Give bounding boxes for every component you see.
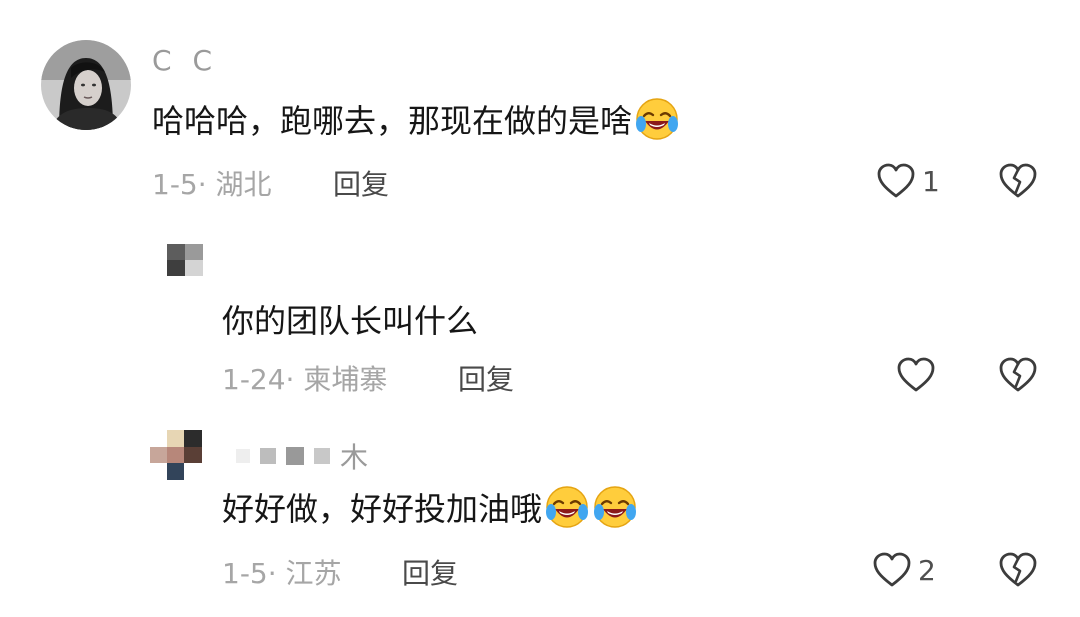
comment-meta: 1-24· 柬埔寨 [222,358,387,398]
comment-date: 1-5 [222,557,268,590]
reply-button[interactable]: 回复 [402,552,458,592]
like-count: 2 [918,553,936,587]
like-button[interactable] [896,356,942,394]
blur-block [260,448,276,464]
blur-block [286,447,304,465]
comment-text: 你的团队长叫什么 [222,296,478,342]
blur-block [314,448,330,464]
reply-button[interactable]: 回复 [333,163,389,203]
like-button[interactable]: 2 [872,551,936,589]
dislike-button[interactable] [998,162,1038,204]
laughing-crying-emoji-icon [594,486,637,528]
comment-location: 柬埔寨 [303,363,388,396]
broken-heart-icon [999,357,1037,392]
comment-text: 哈哈哈，跑哪去，那现在做的是啥 [152,96,680,142]
username-blurred[interactable]: 木 [236,436,368,476]
heart-outline-icon [873,552,911,587]
dislike-button[interactable] [998,551,1038,593]
heart-outline-icon [877,163,915,198]
blur-block [236,449,250,463]
broken-heart-icon [999,552,1037,587]
laughing-crying-emoji-icon [636,98,679,140]
username-text: 木 [340,441,369,474]
like-button[interactable]: 1 [876,162,940,200]
comment-text: 好好做，好好投加油哦 [222,484,638,530]
heart-outline-icon [897,357,935,392]
comment-text-content: 好好做，好好投加油哦 [222,490,543,528]
comment-text-content: 哈哈哈，跑哪去，那现在做的是啥 [152,102,633,140]
comment-meta: 1-5· 江苏 [222,552,342,592]
dislike-button[interactable] [998,356,1038,398]
meta-separator: · [285,363,304,396]
comment-date: 1-24 [222,363,286,396]
comment-text-content: 你的团队长叫什么 [222,302,479,340]
comment-meta: 1-5· 湖北 [152,163,272,203]
avatar-blurred[interactable] [167,244,203,276]
meta-separator: · [197,168,216,201]
comment-date: 1-5 [152,168,198,201]
username[interactable]: C C [152,44,218,77]
comment-location: 湖北 [215,168,272,201]
comment-location: 江苏 [285,557,342,590]
avatar[interactable] [41,40,131,130]
avatar-blurred[interactable] [150,430,202,480]
like-count: 1 [922,164,940,198]
reply-button[interactable]: 回复 [458,358,514,398]
broken-heart-icon [999,163,1037,198]
meta-separator: · [267,557,286,590]
laughing-crying-emoji-icon [546,486,589,528]
